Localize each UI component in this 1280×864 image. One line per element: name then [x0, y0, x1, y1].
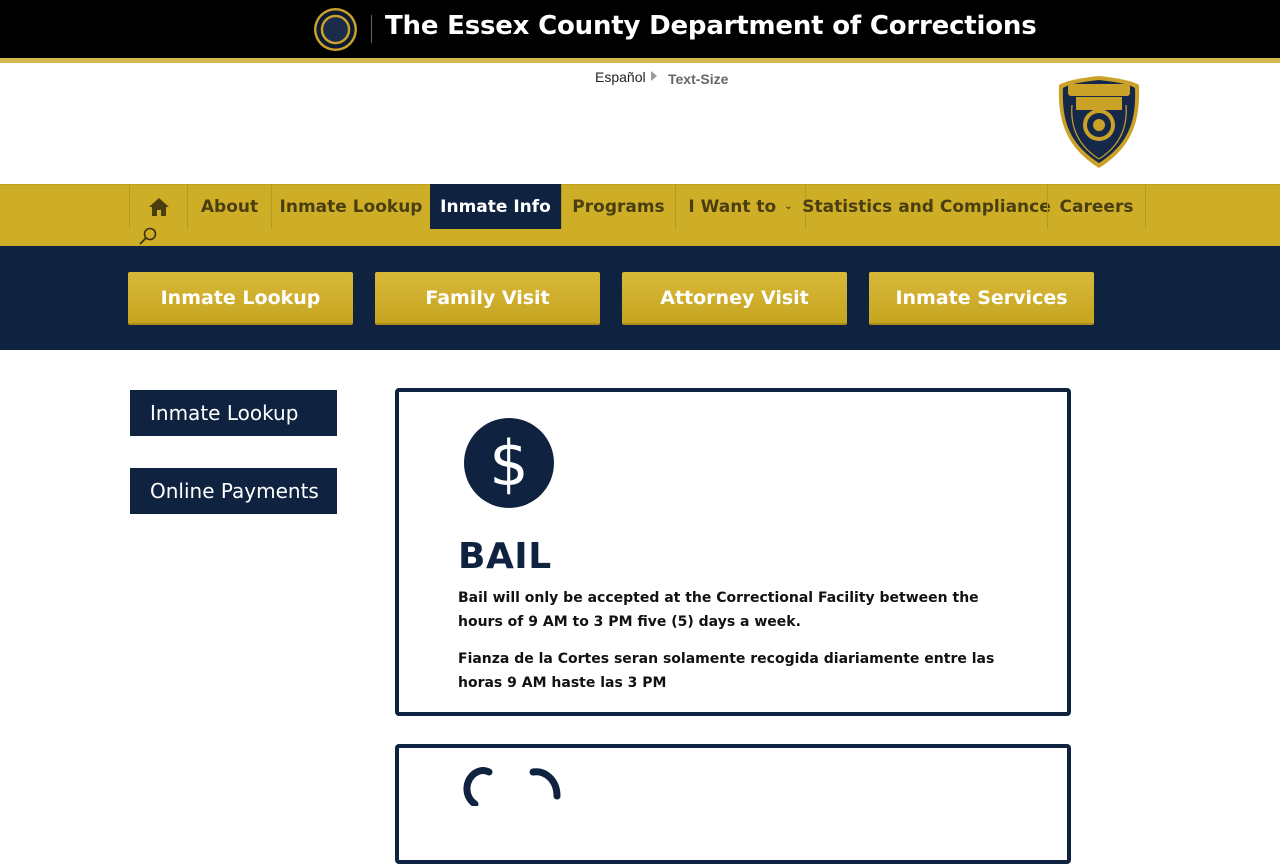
header-divider — [371, 15, 372, 43]
espanol-link[interactable]: Español — [595, 69, 646, 85]
nav-inmate-lookup[interactable]: Inmate Lookup — [271, 184, 430, 229]
card-heading: BAIL — [458, 536, 552, 577]
site-title[interactable]: The Essex County Department of Correctio… — [385, 11, 1037, 41]
nav-careers[interactable]: Careers — [1047, 184, 1146, 229]
search-icon[interactable] — [138, 227, 158, 247]
card-paragraph-spanish: Fianza de la Cortes seran solamente reco… — [458, 651, 995, 691]
home-icon — [148, 197, 169, 216]
quick-family-visit-button[interactable]: Family Visit — [375, 272, 600, 325]
chevron-down-icon: ⌄ — [784, 201, 793, 212]
quick-attorney-visit-button[interactable]: Attorney Visit — [622, 272, 847, 325]
nav-inmate-info[interactable]: Inmate Info — [430, 184, 561, 229]
quick-inmate-lookup-button[interactable]: Inmate Lookup — [128, 272, 353, 325]
sidebar-inmate-lookup-button[interactable]: Inmate Lookup — [130, 390, 337, 436]
handcuffs-icon — [463, 767, 561, 806]
bail-card: $ BAIL Bail will only be accepted at the… — [395, 388, 1071, 716]
county-seal-icon[interactable] — [314, 8, 357, 51]
quick-inmate-services-button[interactable]: Inmate Services — [869, 272, 1094, 325]
nav-statistics[interactable]: Statistics and Compliance — [802, 184, 1051, 229]
sidebar-online-payments-button[interactable]: Online Payments — [130, 468, 337, 514]
nav-home[interactable] — [129, 184, 187, 229]
police-badge-logo[interactable] — [1058, 75, 1140, 169]
next-card — [395, 744, 1071, 864]
text-size-link[interactable]: Text-Size — [668, 71, 728, 87]
card-paragraph-english: Bail will only be accepted at the Correc… — [458, 590, 979, 630]
nav-i-want-to[interactable]: I Want to ⌄ — [675, 184, 805, 229]
dollar-icon: $ — [464, 418, 554, 508]
nav-programs[interactable]: Programs — [561, 184, 675, 229]
play-arrow-icon — [651, 71, 657, 81]
header-gold-rule — [0, 58, 1280, 63]
nav-about[interactable]: About — [187, 184, 271, 229]
nav-i-want-to-label: I Want to — [688, 196, 777, 217]
